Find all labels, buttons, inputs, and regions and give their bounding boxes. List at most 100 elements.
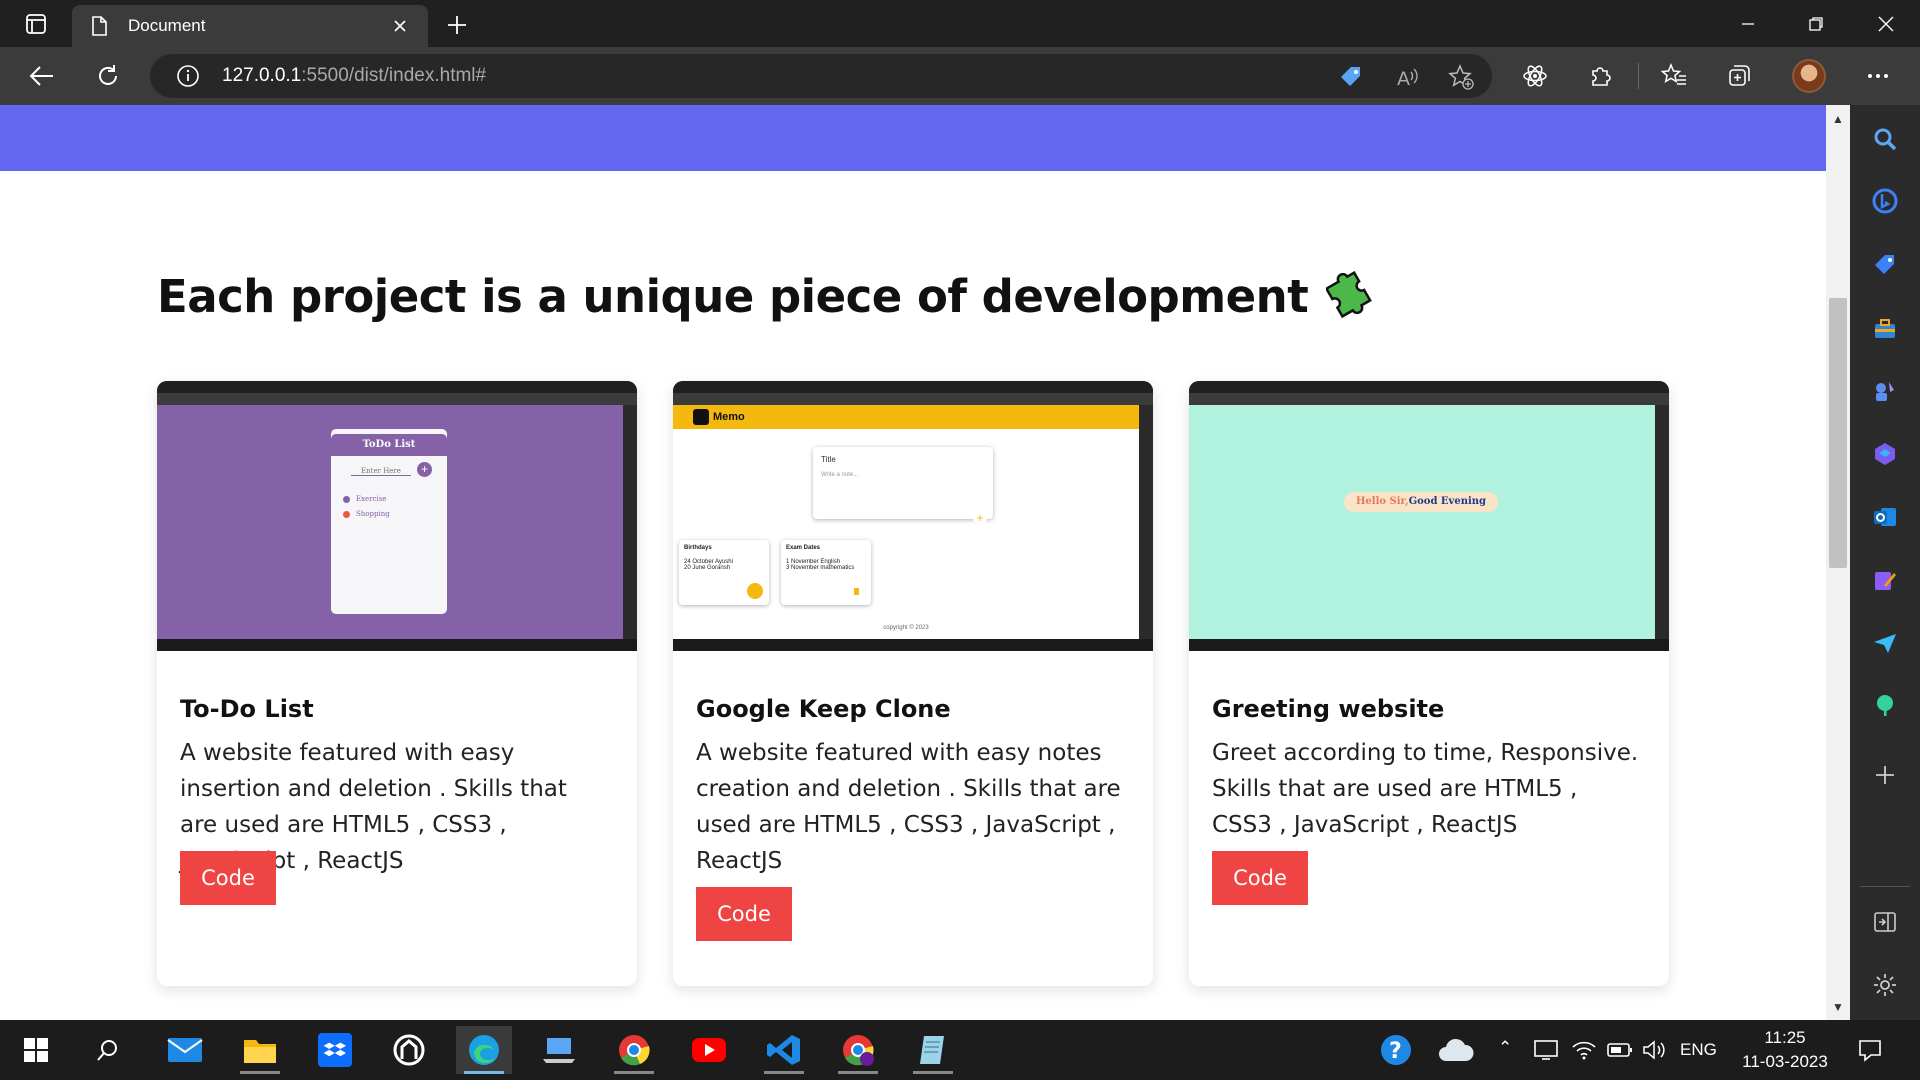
code-button[interactable]: Code [180,851,276,905]
tab-actions-button[interactable] [14,6,58,42]
taskbar-notes-app[interactable] [905,1026,961,1074]
restore-button[interactable] [1782,0,1850,47]
window-close-button[interactable] [1852,0,1920,47]
volume-icon[interactable] [1630,1026,1678,1074]
minimize-button[interactable] [1714,0,1782,47]
scrollbar-thumb[interactable] [1829,298,1847,568]
tab-title: Document [128,16,206,35]
search-icon[interactable] [1868,122,1902,156]
bing-chat-icon[interactable] [1868,184,1902,218]
app-circle-icon [393,1034,425,1066]
outlook-icon[interactable] [1868,500,1902,534]
add-sidebar-app-icon[interactable] [1868,758,1902,792]
taskbar-laptop-app[interactable] [531,1026,587,1074]
sidebar-divider [1860,886,1910,887]
preview-browser-tabs [157,381,637,393]
preview-taskbar [157,639,637,651]
back-arrow-icon [29,66,53,86]
taskbar-dropbox[interactable] [307,1026,363,1074]
shopping-icon[interactable] [1868,248,1902,282]
project-card-greeting: Hello Sir,Good Evening Greeting website … [1189,381,1669,986]
preview-taskbar [673,639,1153,651]
preview-todo-panel: ToDo List Enter Here + Exercise Shopping [331,429,447,614]
system-clock[interactable]: 11:25 11-03-2023 [1730,1026,1840,1074]
preview-todo-item: Shopping [343,510,390,518]
language-indicator[interactable]: ENG [1680,1040,1717,1060]
taskbar-search-button[interactable] [80,1026,136,1074]
extensions-icon[interactable] [1585,60,1617,92]
vscode-icon [767,1035,800,1065]
refresh-icon [99,65,117,85]
browser-title-bar: Document [0,0,1920,47]
read-aloud-icon[interactable]: A [1392,62,1422,92]
back-button[interactable] [22,56,62,96]
tab-actions-icon [26,14,46,34]
preview-todo-background: ToDo List Enter Here + Exercise Shopping [157,405,623,639]
preview-address-bar [673,393,1153,405]
refresh-button[interactable] [88,56,128,96]
project-title: Greeting website [1212,695,1445,723]
site-navbar [0,105,1826,171]
taskbar-mail[interactable] [157,1026,213,1074]
settings-gear-icon[interactable] [1868,968,1902,1002]
shopping-tag-icon[interactable] [1336,62,1366,92]
show-hidden-icons-chevron-icon[interactable]: ⌃ [1498,1038,1512,1058]
games-icon[interactable] [1868,374,1902,408]
mail-icon [167,1038,203,1062]
preview-delete-icon [747,583,763,599]
preview-greeting-pill: Hello Sir,Good Evening [1344,492,1498,512]
taskbar-chrome-profile[interactable] [606,1026,662,1074]
react-devtools-icon[interactable] [1519,60,1551,92]
scroll-up-arrow-icon[interactable]: ▲ [1830,111,1846,127]
dropbox-icon [318,1033,352,1067]
project-title: To-Do List [180,695,314,723]
site-info-icon[interactable] [174,62,202,90]
scroll-down-arrow-icon[interactable]: ▼ [1830,999,1846,1015]
minimize-icon [1742,22,1754,25]
code-button[interactable]: Code [696,887,792,941]
edge-icon [469,1035,499,1065]
taskbar-file-explorer[interactable] [232,1026,288,1074]
restore-icon [1809,16,1823,31]
taskbar-youtube[interactable] [681,1026,737,1074]
favorites-icon[interactable] [1658,60,1690,92]
start-button[interactable] [8,1026,64,1074]
notifications-icon[interactable] [1842,1026,1898,1074]
taskbar-edge[interactable] [456,1026,512,1074]
taskbar-app-circle[interactable] [381,1026,437,1074]
preview-add-icon: + [973,511,987,525]
preview-note-form-body: Write a note... [821,472,859,478]
code-button[interactable]: Code [1212,851,1308,905]
search-icon [97,1040,117,1061]
chrome-icon [843,1035,874,1066]
address-bar[interactable]: 127.0.0.1:5500/dist/index.html# A [150,54,1492,98]
tools-icon[interactable] [1868,312,1902,346]
preview-note-form-title: Title [821,455,836,464]
designer-icon[interactable] [1868,563,1902,597]
new-tab-button[interactable] [442,10,472,40]
more-options-icon[interactable] [1862,60,1894,92]
tab-document[interactable]: Document [72,5,428,47]
collections-icon[interactable] [1723,60,1755,92]
preview-greeting-background: Hello Sir,Good Evening [1189,405,1655,639]
microsoft-365-icon[interactable] [1868,437,1902,471]
hide-sidebar-icon[interactable] [1868,905,1902,939]
add-favorite-icon[interactable] [1446,62,1476,92]
send-icon[interactable] [1868,626,1902,660]
plus-icon [448,16,466,34]
tree-icon[interactable] [1868,688,1902,722]
preview-address-bar [1189,393,1669,405]
tab-close-button[interactable] [388,14,412,38]
preview-delete-icon [854,588,859,595]
profile-avatar[interactable] [1792,59,1826,93]
taskbar-chrome-second[interactable] [830,1026,886,1074]
preview-keep-brand: Memo [713,411,745,423]
taskbar-vscode[interactable] [756,1026,812,1074]
laptop-icon [543,1038,575,1063]
url-text[interactable]: 127.0.0.1:5500/dist/index.html# [222,65,486,87]
help-icon[interactable]: ? [1368,1026,1424,1074]
clock-time: 11:25 [1764,1028,1806,1047]
preview-sidebar [1139,405,1153,639]
weather-cloud-icon[interactable] [1428,1026,1484,1074]
preview-todo-item: Exercise [343,495,386,503]
